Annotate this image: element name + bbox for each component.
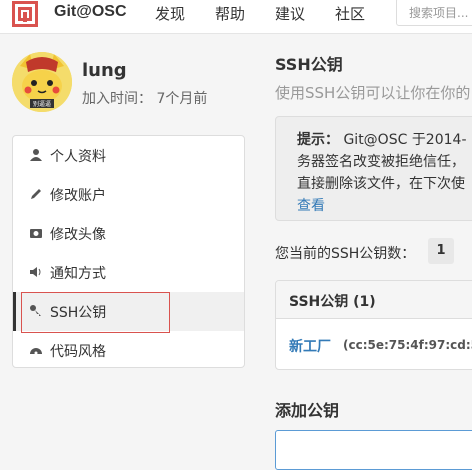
add-key-title: 添加公钥: [275, 401, 340, 420]
settings-menu: 个人资料 修改账户 修改头像 通知方式 SSH公钥 代码风格: [12, 135, 245, 368]
avatar-caption: 别逼逼: [33, 100, 51, 108]
menu-item-ssh-key[interactable]: SSH公钥: [13, 292, 244, 333]
menu-item-label: 修改头像: [50, 227, 106, 243]
panel-title: SSH公钥 (1): [289, 294, 376, 310]
menu-item-label: SSH公钥: [50, 305, 107, 321]
pikachu-avatar-icon: 别逼逼: [12, 52, 72, 112]
search-input[interactable]: 搜索项目...: [396, 0, 472, 26]
ssh-key-panel: SSH公钥 (1) 新工厂 (cc:5e:75:4f:97:cd:57: [275, 280, 472, 370]
page-description: 使用SSH公钥可以让你在你的: [275, 84, 471, 102]
join-time: 加入时间： 7个月前: [82, 88, 207, 108]
nav-link-help[interactable]: 帮助: [215, 3, 245, 24]
username: lung: [82, 60, 127, 81]
volume-icon: [30, 267, 41, 277]
ssh-key-name-link[interactable]: 新工厂: [289, 336, 331, 356]
alert-line2: 务器签名改变被拒绝信任，: [297, 154, 465, 170]
page-title: SSH公钥: [275, 55, 343, 74]
alert-prefix: 提示：: [297, 132, 339, 148]
camera-icon: [30, 229, 42, 238]
ssh-key-textarea[interactable]: [275, 430, 472, 470]
menu-item-notification[interactable]: 通知方式: [13, 253, 244, 292]
key-count-badge: 1: [428, 238, 454, 264]
ssh-key-fingerprint: (cc:5e:75:4f:97:cd:57: [343, 338, 472, 352]
menu-item-avatar[interactable]: 修改头像: [13, 214, 244, 253]
join-value: 7个月前: [156, 91, 208, 107]
panel-header: SSH公钥 (1): [276, 281, 472, 319]
user-icon: [30, 149, 42, 161]
alert-text: 提示： Git@OSC 于2014- 务器签名改变被拒绝信任， 直接删除该文件，…: [297, 129, 467, 217]
menu-item-label: 修改账户: [50, 188, 106, 204]
pencil-icon: [31, 189, 41, 199]
alert-line1: Git@OSC 于2014-: [343, 132, 467, 148]
alert-view-link[interactable]: 查看: [297, 198, 325, 214]
logo-text[interactable]: Git@OSC: [54, 3, 127, 21]
menu-item-profile[interactable]: 个人资料: [13, 136, 244, 175]
menu-item-account[interactable]: 修改账户: [13, 175, 244, 214]
top-navbar: Git@OSC 发现 帮助 建议 社区 搜索项目...: [0, 0, 472, 34]
alert-line3: 直接删除该文件，在下次使: [297, 176, 465, 192]
nav-link-community[interactable]: 社区: [335, 3, 365, 24]
nav-link-discover[interactable]: 发现: [155, 3, 185, 24]
menu-item-label: 个人资料: [50, 149, 106, 165]
join-label: 加入时间：: [82, 91, 152, 107]
dashboard-icon: [30, 348, 42, 355]
menu-item-label: 代码风格: [50, 344, 106, 360]
menu-item-code-style[interactable]: 代码风格: [13, 331, 244, 370]
key-count-label: 您当前的SSH公钥数：: [275, 246, 416, 262]
key-icon: [30, 305, 41, 316]
nav-link-suggest[interactable]: 建议: [275, 3, 305, 24]
active-indicator: [13, 292, 16, 331]
git-osc-logo-icon[interactable]: [12, 1, 38, 27]
menu-item-label: 通知方式: [50, 266, 106, 282]
avatar[interactable]: 别逼逼: [12, 52, 72, 112]
tip-alert: 提示： Git@OSC 于2014- 务器签名改变被拒绝信任， 直接删除该文件，…: [275, 116, 472, 221]
